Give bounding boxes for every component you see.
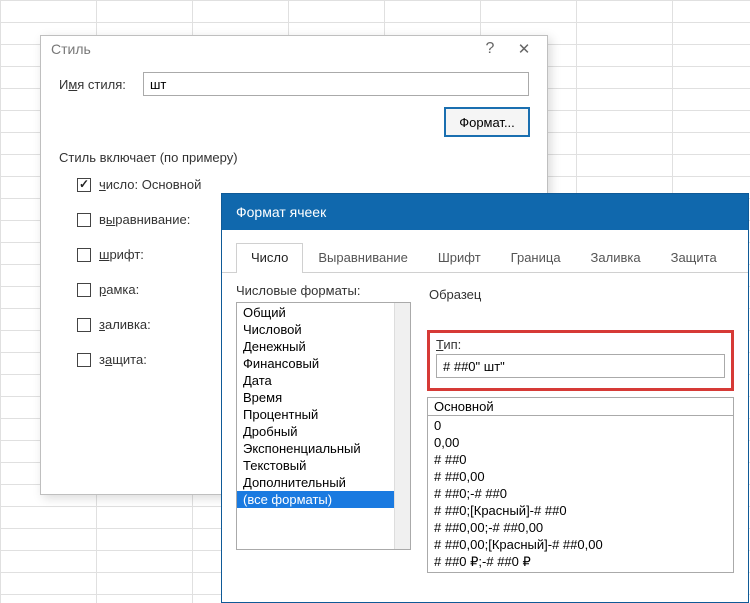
style-dialog-titlebar: Стиль ? ✕ <box>41 36 547 66</box>
checkbox[interactable] <box>77 248 91 262</box>
style-includes-label: Стиль включает (по примеру) <box>59 150 529 165</box>
checkbox-label: выравнивание: <box>99 212 190 227</box>
format-list-item[interactable]: Дата <box>237 372 410 389</box>
format-code-item[interactable]: # ##0;-# ##0 <box>428 485 733 502</box>
format-code-item[interactable]: # ##0 <box>428 451 733 468</box>
checkbox[interactable] <box>77 318 91 332</box>
sample-label: Образец <box>429 287 734 302</box>
type-highlight: Тип: <box>427 330 734 391</box>
checkbox[interactable] <box>77 178 91 192</box>
type-input[interactable] <box>436 354 725 378</box>
style-name-label: Имя стиля: <box>59 77 143 92</box>
format-list-item[interactable]: (все форматы) <box>237 491 410 508</box>
format-list-item[interactable]: Финансовый <box>237 355 410 372</box>
checkbox[interactable] <box>77 283 91 297</box>
style-include-option[interactable]: число: Основной <box>77 177 529 192</box>
tab-шрифт[interactable]: Шрифт <box>423 243 496 273</box>
format-code-item[interactable]: # ##0,00 <box>428 468 733 485</box>
checkbox-label: число: Основной <box>99 177 201 192</box>
format-code-item[interactable]: # ##0,00;[Красный]-# ##0,00 <box>428 536 733 553</box>
format-code-item[interactable]: Основной <box>427 397 734 416</box>
tab-заливка[interactable]: Заливка <box>576 243 656 273</box>
checkbox-label: рамка: <box>99 282 139 297</box>
style-name-input[interactable] <box>143 72 529 96</box>
scrollbar[interactable] <box>394 303 410 549</box>
format-list-item[interactable]: Числовой <box>237 321 410 338</box>
format-list-item[interactable]: Общий <box>237 304 410 321</box>
format-codes-list[interactable]: 00,00# ##0# ##0,00# ##0;-# ##0# ##0;[Кра… <box>427 416 734 573</box>
number-formats-listbox[interactable]: ОбщийЧисловойДенежныйФинансовыйДатаВремя… <box>236 302 411 550</box>
format-code-item[interactable]: # ##0 ₽;-# ##0 ₽ <box>428 553 733 571</box>
format-list-item[interactable]: Дробный <box>237 423 410 440</box>
format-list-item[interactable]: Дополнительный <box>237 474 410 491</box>
checkbox-label: шрифт: <box>99 247 144 262</box>
format-cells-dialog: Формат ячеек ЧислоВыравниваниеШрифтГрани… <box>221 193 749 603</box>
number-formats-label: Числовые форматы: <box>236 283 411 298</box>
format-list-item[interactable]: Экспоненциальный <box>237 440 410 457</box>
format-button[interactable]: Формат... <box>445 108 529 136</box>
format-code-item[interactable]: 0 <box>428 417 733 434</box>
format-code-item[interactable]: # ##0;[Красный]-# ##0 <box>428 502 733 519</box>
close-icon[interactable]: ✕ <box>507 40 541 58</box>
tab-защита[interactable]: Защита <box>656 243 732 273</box>
style-dialog-title: Стиль <box>51 41 91 57</box>
help-icon[interactable]: ? <box>473 40 507 58</box>
tab-число[interactable]: Число <box>236 243 303 273</box>
checkbox[interactable] <box>77 353 91 367</box>
type-label: Тип: <box>436 337 725 352</box>
format-tabs: ЧислоВыравниваниеШрифтГраницаЗаливкаЗащи… <box>222 230 748 273</box>
format-list-item[interactable]: Текстовый <box>237 457 410 474</box>
checkbox[interactable] <box>77 213 91 227</box>
format-list-item[interactable]: Время <box>237 389 410 406</box>
checkbox-label: защита: <box>99 352 147 367</box>
format-list-item[interactable]: Процентный <box>237 406 410 423</box>
tab-граница[interactable]: Граница <box>496 243 576 273</box>
tab-выравнивание[interactable]: Выравнивание <box>303 243 422 273</box>
format-code-item[interactable]: # ##0,00;-# ##0,00 <box>428 519 733 536</box>
format-code-item[interactable]: 0,00 <box>428 434 733 451</box>
checkbox-label: заливка: <box>99 317 151 332</box>
format-list-item[interactable]: Денежный <box>237 338 410 355</box>
format-cells-title: Формат ячеек <box>222 194 748 230</box>
